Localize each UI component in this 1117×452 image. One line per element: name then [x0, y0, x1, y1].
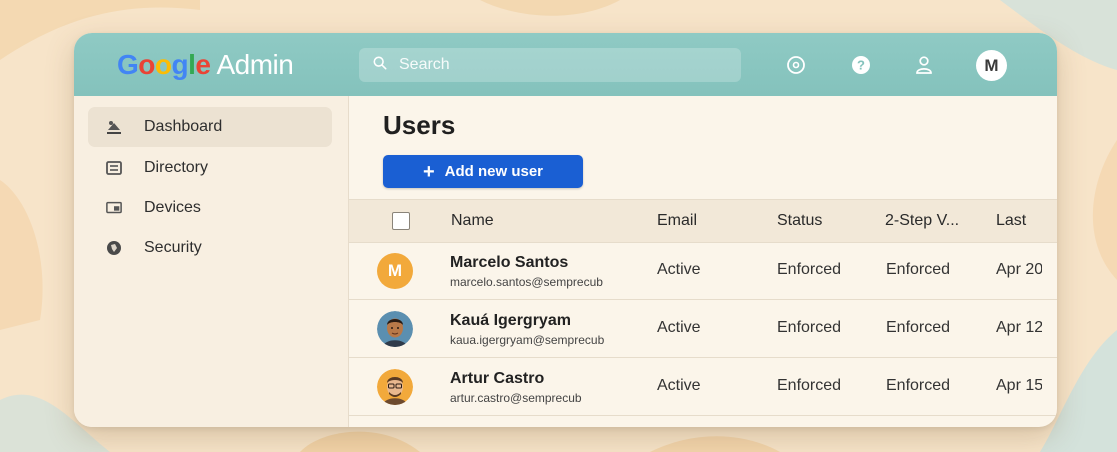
avatar: M	[377, 253, 413, 289]
status-cell: Enforced	[777, 319, 842, 336]
main-content: Users + Add new user Name Email Status 2…	[349, 96, 1057, 427]
sidebar-item-label: Devices	[144, 199, 201, 216]
account-icon[interactable]	[912, 53, 936, 77]
email-cell: Active	[657, 377, 701, 394]
two-step-cell: Enforced	[886, 319, 951, 336]
dashboard-icon	[106, 119, 122, 135]
last-cell: Apr 20	[996, 261, 1042, 278]
user-avatar[interactable]: M	[976, 50, 1007, 81]
plus-icon: +	[422, 160, 435, 183]
column-header-email[interactable]: Email	[657, 212, 697, 230]
sidebar-item-security[interactable]: Security	[88, 228, 332, 268]
last-cell: Apr 12.	[996, 319, 1042, 336]
search-icon	[373, 56, 387, 75]
email-cell: Active	[657, 319, 701, 336]
table-header: Name Email Status 2-Step V... Last	[349, 199, 1057, 243]
search-input[interactable]	[397, 55, 721, 75]
user-name[interactable]: Artur Castro	[450, 370, 544, 388]
table-row[interactable]: Kauá Igergryam kaua.igergryam@semprecub …	[349, 300, 1057, 358]
add-user-button[interactable]: + Add new user	[383, 155, 583, 188]
status-cell: Enforced	[777, 377, 842, 394]
column-header-name[interactable]: Name	[451, 212, 494, 230]
admin-window: GoogleAdmin ? M Dashboard	[74, 33, 1057, 427]
page-title: Users	[383, 110, 456, 140]
table-row[interactable]: M Marcelo Santos marcelo.santos@semprecu…	[349, 242, 1057, 300]
security-icon	[106, 240, 122, 256]
avatar	[377, 311, 413, 347]
user-email: marcelo.santos@semprecub	[450, 275, 603, 289]
sidebar-item-label: Security	[144, 239, 202, 256]
two-step-cell: Enforced	[886, 261, 951, 278]
last-cell: Apr 15.	[996, 377, 1042, 394]
user-name[interactable]: Kauá Igergryam	[450, 312, 571, 330]
avatar	[377, 369, 413, 405]
search-bar[interactable]	[359, 48, 741, 82]
email-cell: Active	[657, 261, 701, 278]
help-circle-icon[interactable]	[784, 53, 808, 77]
user-name[interactable]: Marcelo Santos	[450, 254, 568, 272]
status-cell: Enforced	[777, 261, 842, 278]
two-step-cell: Enforced	[886, 377, 951, 394]
column-header-2step[interactable]: 2-Step V...	[885, 212, 959, 230]
sidebar: Dashboard Directory Devices Security	[74, 96, 349, 427]
svg-text:?: ?	[857, 58, 865, 73]
column-header-status[interactable]: Status	[777, 212, 822, 230]
sidebar-item-label: Dashboard	[144, 118, 223, 135]
google-admin-logo[interactable]: Google Admin	[117, 48, 294, 82]
question-icon[interactable]: ?	[849, 53, 873, 77]
directory-icon	[106, 160, 122, 176]
table-row[interactable]: Artur Castro artur.castro@semprecub Acti…	[349, 358, 1057, 416]
user-email: kaua.igergryam@semprecub	[450, 333, 605, 347]
column-header-last[interactable]: Last	[996, 212, 1026, 230]
devices-icon	[106, 200, 122, 216]
sidebar-item-dashboard[interactable]: Dashboard	[88, 107, 332, 147]
top-bar: GoogleAdmin ? M	[74, 33, 1057, 96]
select-all-checkbox[interactable]	[392, 212, 410, 230]
sidebar-item-devices[interactable]: Devices	[88, 188, 332, 228]
add-user-label: Add new user	[444, 163, 544, 180]
sidebar-item-directory[interactable]: Directory	[88, 148, 332, 188]
sidebar-item-label: Directory	[144, 159, 209, 176]
user-email: artur.castro@semprecub	[450, 391, 582, 405]
